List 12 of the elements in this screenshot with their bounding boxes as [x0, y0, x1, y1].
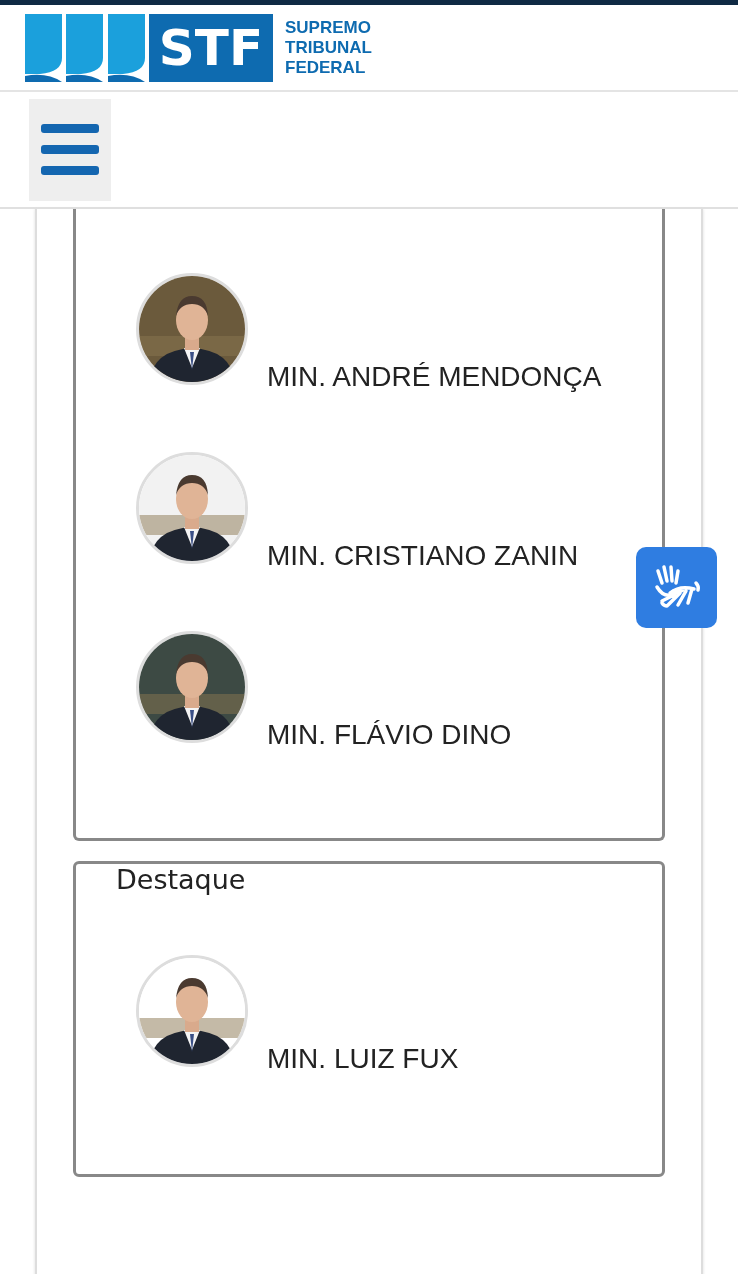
minister-link[interactable]: MIN. FLÁVIO DINO: [267, 719, 512, 751]
minister-link[interactable]: MIN. CRISTIANO ZANIN: [267, 540, 579, 572]
logo-text: SUPREMO: [285, 17, 372, 38]
minister-link[interactable]: MIN. LUIZ FUX: [267, 1043, 459, 1075]
menu-icon: [41, 123, 99, 176]
logo-text: FEDERAL: [285, 57, 367, 78]
logo-text: TRIBUNAL: [285, 37, 372, 58]
minister-link[interactable]: MIN. ANDRÉ MENDONÇA: [267, 361, 602, 393]
sign-language-button[interactable]: [636, 547, 717, 628]
section-title: Destaque: [116, 864, 247, 895]
menu-button[interactable]: [29, 98, 111, 201]
logo-mark: STF: [149, 13, 273, 82]
